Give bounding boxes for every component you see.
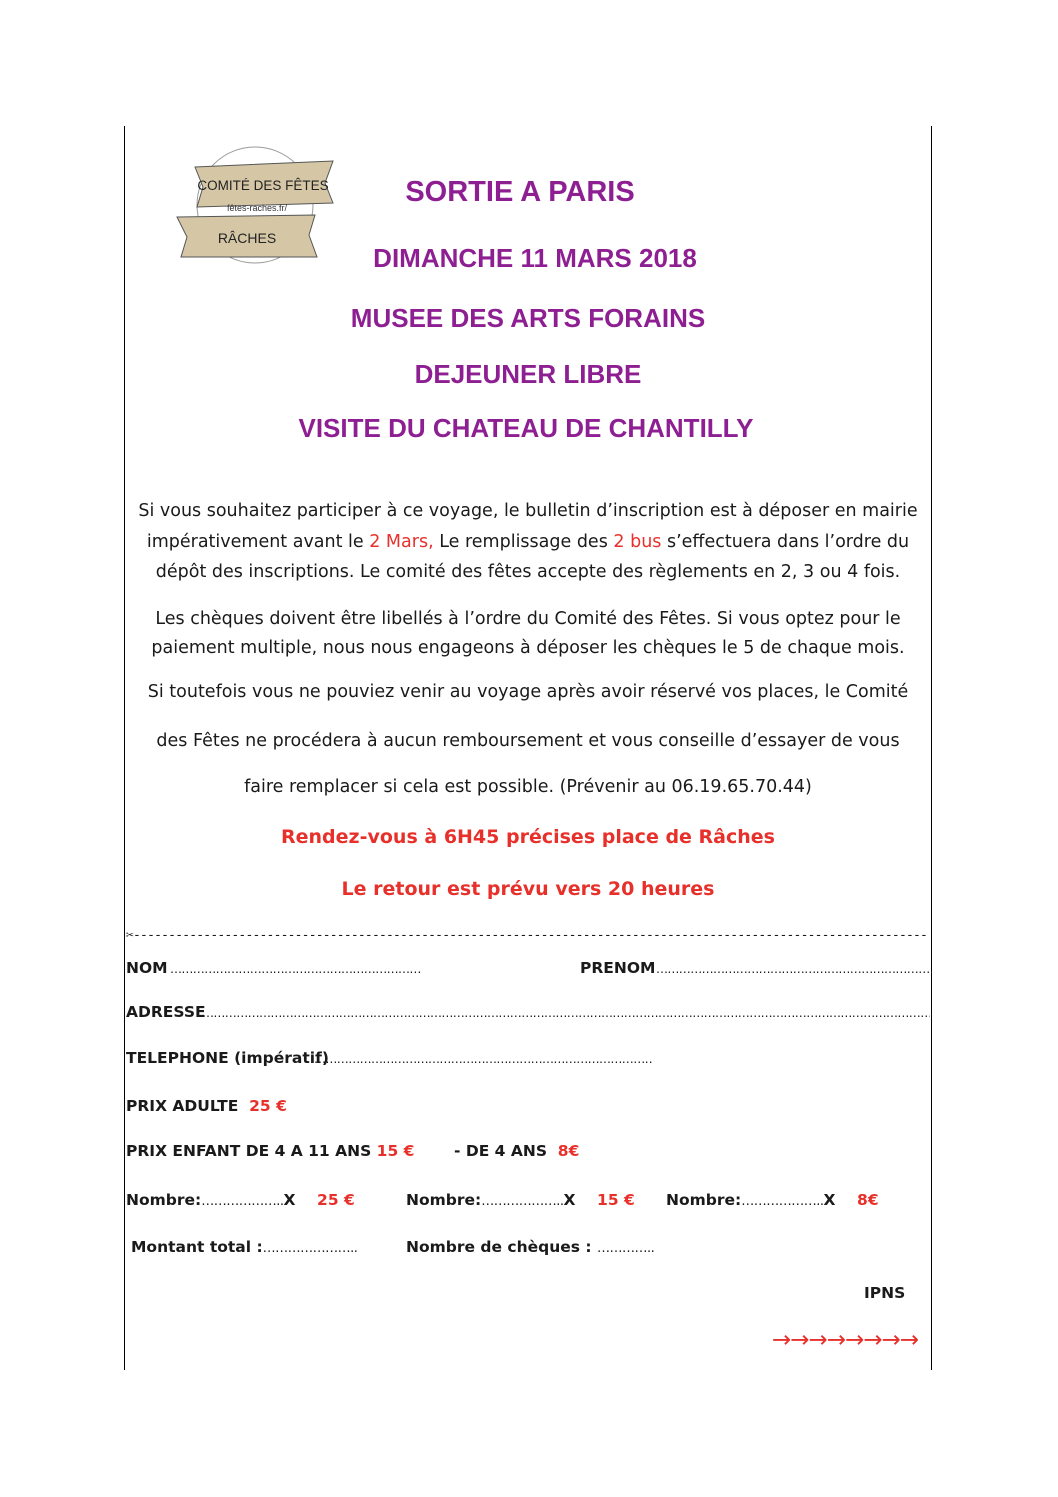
- nombre-enfant-row[interactable]: Nombre:………………..X 15 €: [406, 1191, 635, 1209]
- nombre-cheques-row[interactable]: Nombre de chèques : …………..: [406, 1238, 655, 1256]
- right-margin-line: [931, 126, 932, 1370]
- prix-enfant-label: PRIX ENFANT DE 4 A 11 ANS: [126, 1142, 372, 1160]
- montant-total-label: Montant total :: [131, 1238, 263, 1256]
- title-chantilly: VISITE DU CHATEAU DE CHANTILLY: [298, 413, 754, 443]
- deadline-date: 2 Mars,: [369, 531, 434, 552]
- bus-count: 2 bus: [613, 531, 662, 552]
- nombre-adulte-price: 25 €: [317, 1191, 355, 1209]
- paragraph-cheques: Les chèques doivent être libellés à l’or…: [151, 609, 905, 658]
- rendezvous-line: Rendez-vous à 6H45 précises place de Râc…: [281, 826, 775, 848]
- adresse-label: ADRESSE: [126, 1003, 206, 1021]
- montant-total-row[interactable]: Montant total :…………………..: [131, 1238, 358, 1256]
- nombre-moins4-price: 8€: [857, 1191, 879, 1209]
- nombre-cheques-label: Nombre de chèques :: [406, 1238, 592, 1256]
- title-date: DIMANCHE 11 MARS 2018: [373, 243, 697, 273]
- arrows-decoration: →→→→→→→→: [772, 1327, 919, 1353]
- nombre-adulte-x: X: [283, 1191, 296, 1209]
- left-margin-line: [124, 126, 125, 1370]
- nombre-cheques-field[interactable]: …………..: [597, 1241, 655, 1256]
- prix-adulte-label: PRIX ADULTE: [126, 1097, 239, 1115]
- prenom-field[interactable]: ……………………………………………………………………………: [656, 962, 932, 976]
- paragraph-remboursement-3: faire remplacer si cela est possible. (P…: [244, 777, 812, 797]
- title-musee: MUSEE DES ARTS FORAINS: [350, 303, 706, 333]
- ipns-label: IPNS: [864, 1284, 906, 1302]
- prix-enfant-row: PRIX ENFANT DE 4 A 11 ANS 15 €: [126, 1142, 414, 1160]
- nombre-enfant-x: X: [563, 1191, 576, 1209]
- prix-enfant-value: 15 €: [376, 1142, 415, 1160]
- paragraph-remboursement-1: Si toutefois vous ne pouviez venir au vo…: [147, 682, 909, 702]
- nombre-enfant-label: Nombre:: [406, 1191, 482, 1209]
- nombre-moins4-field[interactable]: ………………..: [741, 1194, 824, 1209]
- prenom-label: PRENOM: [580, 959, 656, 977]
- moins4-value: 8€: [557, 1142, 580, 1160]
- paragraph-inscription: Si vous souhaitez participer à ce voyage…: [128, 496, 928, 588]
- adresse-field[interactable]: ……………………………………………………………………………………………………………: [202, 1006, 930, 1020]
- nom-label: NOM: [126, 959, 168, 977]
- nombre-enfant-price: 15 €: [597, 1191, 635, 1209]
- paragraph-remboursement-2: des Fêtes ne procédera à aucun rembourse…: [156, 731, 900, 751]
- cut-line: ✂---------------------------------------…: [126, 928, 926, 943]
- title-dejeuner: DEJEUNER LIBRE: [414, 359, 642, 389]
- nombre-adulte-row[interactable]: Nombre:………………..X 25 €: [126, 1191, 355, 1209]
- nombre-adulte-field[interactable]: ………………..: [201, 1194, 284, 1209]
- nombre-enfant-field[interactable]: ………………..: [481, 1194, 564, 1209]
- nombre-adulte-label: Nombre:: [126, 1191, 202, 1209]
- telephone-label: TELEPHONE (impératif): [126, 1049, 329, 1067]
- scissors-icon: ✂: [126, 928, 134, 943]
- montant-total-field[interactable]: …………………..: [263, 1241, 358, 1256]
- nombre-moins4-row[interactable]: Nombre:………………..X 8€: [666, 1191, 879, 1209]
- prix-adulte-value: 25 €: [249, 1097, 287, 1115]
- retour-line: Le retour est prévu vers 20 heures: [341, 878, 715, 900]
- moins4-row: - DE 4 ANS 8€: [454, 1142, 579, 1160]
- paragraph-inscription-part-b: Le remplissage des: [433, 531, 614, 552]
- prix-adulte-row: PRIX ADULTE 25 €: [126, 1097, 287, 1115]
- nombre-moins4-label: Nombre:: [666, 1191, 742, 1209]
- nombre-moins4-x: X: [823, 1191, 836, 1209]
- moins4-label: - DE 4 ANS: [454, 1142, 547, 1160]
- title-sortie: SORTIE A PARIS: [405, 176, 635, 208]
- telephone-field[interactable]: …………………………………………………………………………………………: [314, 1052, 652, 1066]
- nom-field[interactable]: …………………………………………………………………: [170, 962, 420, 976]
